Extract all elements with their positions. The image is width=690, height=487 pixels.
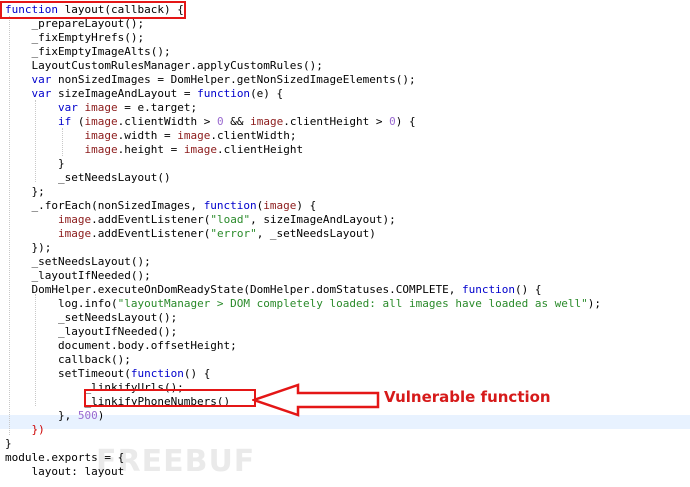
code-line: _.forEach(nonSizedImages, function(image… — [5, 199, 317, 212]
code-line: image.width = image.clientWidth; — [84, 129, 297, 142]
code-line: _layoutIfNeeded(); — [5, 269, 151, 282]
code-line: _setNeedsLayout(); — [5, 311, 178, 324]
code-line: image.addEventListener("load", sizeImage… — [57, 213, 396, 226]
code-line: setTimeout(function() { — [5, 367, 211, 380]
code-line: if (image.clientWidth > 0 && image.clien… — [57, 115, 416, 128]
code-line: _fixEmptyImageAlts(); — [5, 45, 171, 58]
code-line: _setNeedsLayout(); — [5, 255, 151, 268]
watermark-logo: FREEBUF — [96, 444, 256, 479]
code-line: } — [5, 437, 12, 450]
code-line: var image = e.target; — [57, 101, 198, 114]
code-line: _prepareLayout(); — [5, 17, 145, 30]
code-line: _setNeedsLayout() — [5, 171, 171, 184]
code-line: }); — [5, 241, 52, 254]
code-line: _linkifyPhoneNumbers() — [5, 395, 231, 408]
code-line: }) — [31, 423, 45, 436]
code-line: callback(); — [5, 353, 131, 366]
code-line: image.addEventListener("error", _setNeed… — [57, 227, 376, 240]
code-line: } — [5, 157, 65, 170]
code-line: _linkifyUrls(); — [5, 381, 184, 394]
code-line: }, 500) — [5, 409, 105, 422]
code-line: document.body.offsetHeight; — [5, 339, 237, 352]
code-line: function layout(callback) { — [5, 3, 184, 16]
code-line: image.height = image.clientHeight — [84, 143, 304, 156]
code-line: var sizeImageAndLayout = function(e) { — [31, 87, 284, 100]
left-arrow-icon — [252, 383, 380, 417]
code-line: }; — [5, 185, 45, 198]
code-line: _fixEmptyHrefs(); — [5, 31, 145, 44]
code-line: _layoutIfNeeded(); — [5, 325, 178, 338]
code-line: DomHelper.executeOnDomReadyState(DomHelp… — [5, 283, 542, 296]
code-line: log.info("layoutManager > DOM completely… — [5, 297, 602, 310]
code-line: LayoutCustomRulesManager.applyCustomRule… — [5, 59, 323, 72]
code-line: var nonSizedImages = DomHelper.getNonSiz… — [31, 73, 416, 86]
annotation-label: Vulnerable function — [384, 388, 551, 406]
